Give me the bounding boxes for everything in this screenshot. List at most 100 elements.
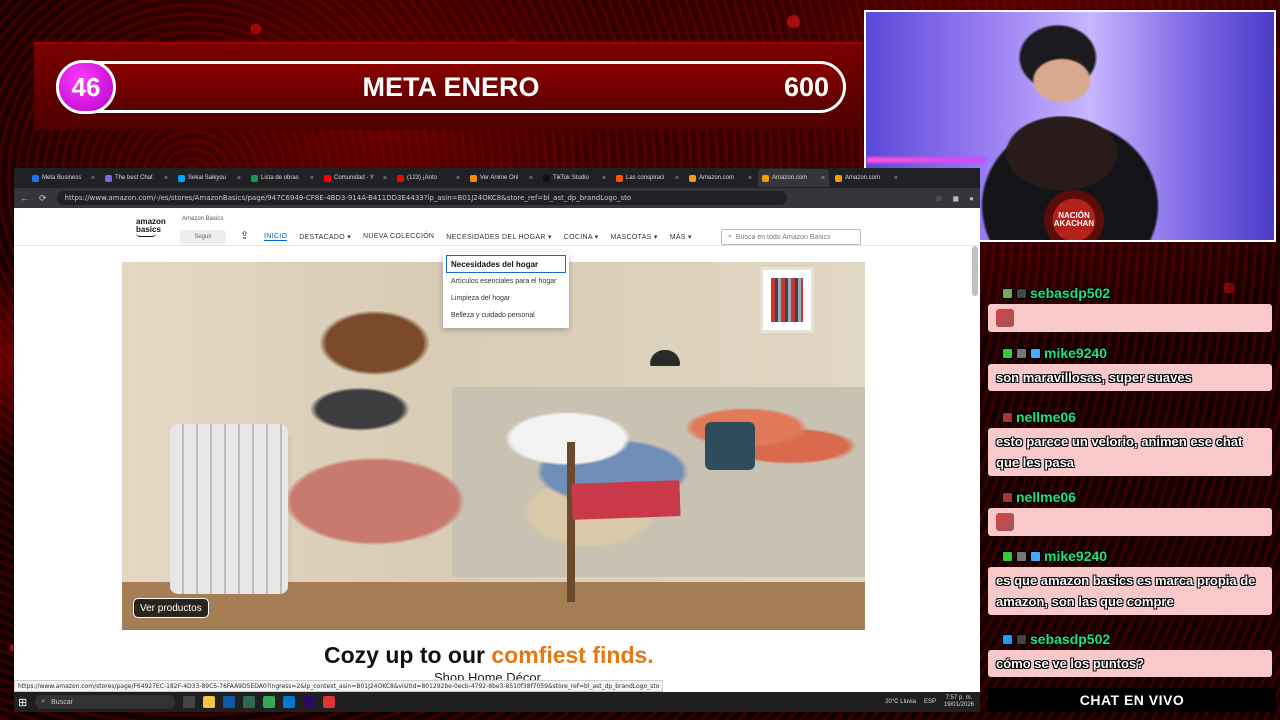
close-icon[interactable]: × xyxy=(164,175,168,182)
favicon-icon xyxy=(762,174,769,182)
close-icon[interactable]: × xyxy=(894,175,898,182)
photoshop-icon[interactable] xyxy=(223,696,236,708)
follow-button[interactable]: Seguir xyxy=(180,230,226,244)
close-icon[interactable]: × xyxy=(602,175,606,182)
chat-message: sebasdp502 cómo se ve los puntos? xyxy=(988,628,1272,677)
browser-tab[interactable]: Meta Business × xyxy=(28,169,99,187)
search-icon: ⌕ xyxy=(728,233,732,240)
browser-tab[interactable]: (123) ¡Anto × xyxy=(393,169,464,187)
username: nellme06 xyxy=(1016,409,1076,425)
goal-bar: 46 META ENERO 600 xyxy=(56,60,846,114)
user-badge-icon xyxy=(1030,347,1041,359)
url-input[interactable]: https://www.amazon.com/-/es/stores/Amazo… xyxy=(56,191,787,205)
browser-window: Meta Business × The best Chat × Sekai Saikyo… xyxy=(14,168,980,692)
lamp xyxy=(650,350,680,366)
bookmark-icon[interactable]: ☆ xyxy=(935,194,942,203)
user-badge-icon xyxy=(1002,347,1013,359)
close-icon[interactable]: × xyxy=(237,175,241,182)
user-badge-icon xyxy=(1002,633,1013,645)
tab-label: Ver Anime Onl xyxy=(480,175,519,181)
logo-line2: basics xyxy=(136,225,161,234)
extensions-icon[interactable]: ◼ xyxy=(953,194,960,203)
page-scrollbar[interactable] xyxy=(972,246,978,296)
chat-text: es que amazon basics es marca propia de … xyxy=(996,573,1256,609)
close-icon[interactable]: × xyxy=(748,175,752,182)
close-icon[interactable]: × xyxy=(529,175,533,182)
favicon-icon xyxy=(835,174,842,182)
taskbar-search[interactable]: ⌕ Buscar xyxy=(35,695,176,709)
file-explorer-icon[interactable] xyxy=(203,696,216,708)
taskbar-search-label: Buscar xyxy=(51,698,73,706)
book xyxy=(571,480,681,520)
goal-title: META ENERO xyxy=(362,72,540,102)
dropdown-item[interactable]: Necesidades del hogar xyxy=(446,255,566,273)
chat-bubble: esto parece un velorio, animen ese chat … xyxy=(988,428,1272,476)
back-icon[interactable]: ← xyxy=(20,193,29,203)
weather-status[interactable]: 20°C Lluvia xyxy=(885,699,916,705)
space-heater xyxy=(705,422,755,470)
close-icon[interactable]: × xyxy=(456,175,460,182)
browser-tab[interactable]: Amazon.com × xyxy=(831,169,902,187)
task-view-icon[interactable] xyxy=(183,696,196,708)
tab-label: Sekai Saikyou xyxy=(188,175,227,181)
tab-label: Lista de obras xyxy=(261,175,299,181)
store-nav-item[interactable]: MÁS ▾ xyxy=(670,233,692,241)
browser-tab[interactable]: Comunidad - Y × xyxy=(320,169,391,187)
user-badge-icon xyxy=(1016,287,1027,299)
browser-tab[interactable]: Lista de obras × xyxy=(247,169,318,187)
store-search-input[interactable]: ⌕ Busca en todo Amazon Basics xyxy=(721,229,861,245)
store-nav-item[interactable]: DESTACADO ▾ xyxy=(299,233,351,241)
store-nav-item[interactable]: NUEVA COLECCIÓN xyxy=(363,233,434,241)
amazon-basics-logo[interactable]: amazon basics xyxy=(136,218,166,237)
dropdown-item[interactable]: Artículos esenciales para el hogar xyxy=(443,273,569,290)
wall-art xyxy=(760,267,814,333)
language-indicator[interactable]: ESP xyxy=(924,699,936,705)
profile-icon[interactable]: ● xyxy=(969,194,974,203)
close-icon[interactable]: × xyxy=(91,175,95,182)
close-icon[interactable]: × xyxy=(310,175,314,182)
store-nav-item[interactable]: INICIO xyxy=(264,233,288,241)
browser-tab[interactable]: Sekai Saikyou × xyxy=(174,169,245,187)
favicon-icon xyxy=(470,174,477,182)
chrome-icon[interactable] xyxy=(263,696,276,708)
browser-tab[interactable]: The best Chat × xyxy=(101,169,172,187)
chat-text: son maravillosas, super suaves xyxy=(996,370,1192,385)
chat-message: nellme06 esto parece un velorio, animen e… xyxy=(988,406,1272,476)
tagline-accent: comfiest finds. xyxy=(491,642,654,668)
clock-time: 7:57 p. m. xyxy=(945,695,973,701)
app-icon[interactable] xyxy=(323,696,336,708)
store-nav-item[interactable]: COCINA ▾ xyxy=(564,233,599,241)
led-strip xyxy=(866,157,986,163)
dropdown-item[interactable]: Limpieza del hogar xyxy=(443,290,569,307)
premiere-icon[interactable] xyxy=(303,696,316,708)
browser-tab[interactable]: Ver Anime Onl × xyxy=(466,169,537,187)
windows-start-icon[interactable]: ⊞ xyxy=(18,696,27,709)
dropdown-item[interactable]: Belleza y cuidado personal xyxy=(443,307,569,324)
clock[interactable]: 7:57 p. m. 19/01/2026 xyxy=(944,695,974,709)
edge-icon[interactable] xyxy=(283,696,296,708)
search-placeholder: Busca en todo Amazon Basics xyxy=(735,233,831,241)
store-nav-item[interactable]: MASCOTAS ▾ xyxy=(610,233,657,241)
reload-icon[interactable]: ⟳ xyxy=(39,193,47,204)
chat-bubble: cómo se ve los puntos? xyxy=(988,650,1272,677)
chat-bubble xyxy=(988,304,1272,332)
chat-username: nellme06 xyxy=(988,406,1272,428)
live-chat-overlay: sebasdp502 mike9240 son maravillosas, supe… xyxy=(988,268,1276,688)
store-nav-item[interactable]: NECESIDADES DEL HOGAR ▾ xyxy=(446,233,551,241)
close-icon[interactable]: × xyxy=(383,175,387,182)
chat-username: sebasdp502 xyxy=(988,282,1272,304)
app-icon[interactable] xyxy=(243,696,256,708)
close-icon[interactable]: × xyxy=(821,175,825,182)
view-products-button[interactable]: Ver productos xyxy=(133,598,209,618)
browser-tab[interactable]: TikTok Studio × xyxy=(539,169,610,187)
favicon-icon xyxy=(689,174,696,182)
chat-username: nellme06 xyxy=(988,486,1272,508)
browser-tab[interactable]: Amazon.com × xyxy=(685,169,756,187)
close-icon[interactable]: × xyxy=(675,175,679,182)
favicon-icon xyxy=(105,174,112,182)
browser-tab[interactable]: Amazon.com × xyxy=(758,169,829,187)
share-icon[interactable]: ⇪ xyxy=(240,229,249,242)
tab-label: (123) ¡Anto xyxy=(407,175,438,181)
browser-tab[interactable]: Las conspiraci × xyxy=(612,169,683,187)
tab-label: Meta Business xyxy=(42,175,82,181)
